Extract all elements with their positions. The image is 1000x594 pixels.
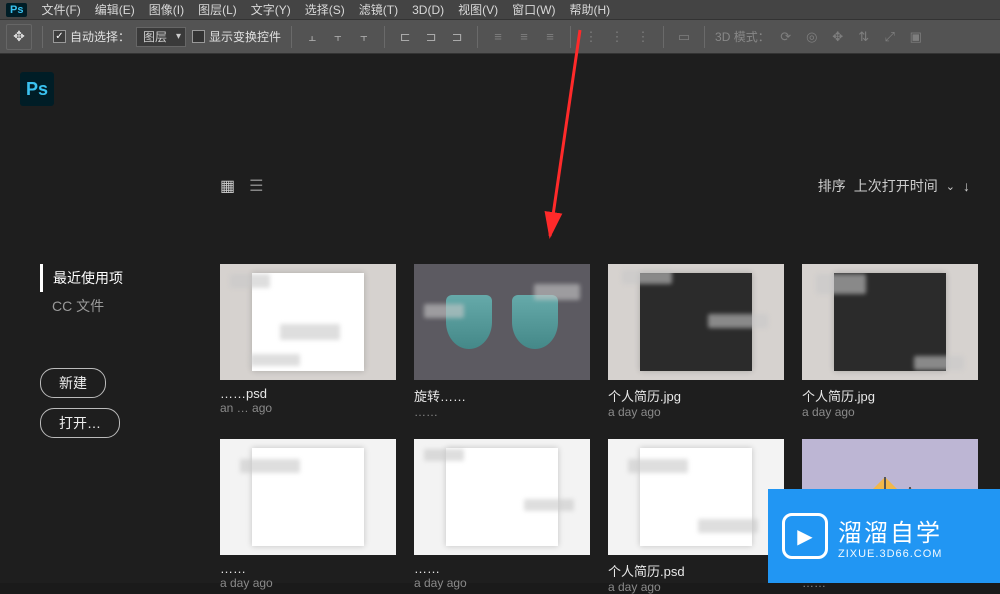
recent-card[interactable]: 个人简历.jpg a day ago bbox=[608, 264, 784, 419]
card-title: 个人简历.psd bbox=[608, 561, 784, 580]
menubar: Ps 文件(F) 编辑(E) 图像(I) 图层(L) 文字(Y) 选择(S) 滤… bbox=[0, 0, 1000, 20]
auto-select-checkbox[interactable]: ✓ 自动选择： bbox=[53, 28, 130, 45]
menu-window[interactable]: 窗口(W) bbox=[506, 0, 561, 20]
menu-file[interactable]: 文件(F) bbox=[35, 0, 86, 20]
card-title: 个人简历.jpg bbox=[802, 386, 978, 405]
thumbnail bbox=[802, 264, 978, 380]
move-tool-icon[interactable]: ✥ bbox=[6, 24, 32, 50]
auto-select-label: 自动选择： bbox=[70, 28, 130, 45]
card-time: a day ago bbox=[608, 405, 784, 419]
home-app-logo: Ps bbox=[20, 72, 54, 106]
menu-edit[interactable]: 编辑(E) bbox=[89, 0, 141, 20]
align-bottom-icon[interactable]: ⫟ bbox=[354, 27, 374, 47]
open-button[interactable]: 打开… bbox=[40, 408, 120, 438]
align-right-icon[interactable]: ⊐ bbox=[447, 27, 467, 47]
start-sidebar: 最近使用项 CC 文件 新建 打开… bbox=[40, 264, 190, 438]
card-time: an … ago bbox=[220, 401, 396, 415]
play-icon: ▶ bbox=[782, 513, 828, 559]
3d-pan-icon[interactable]: ✥ bbox=[828, 27, 848, 47]
card-time: a day ago bbox=[220, 576, 396, 590]
menu-help[interactable]: 帮助(H) bbox=[563, 0, 616, 20]
divider bbox=[42, 26, 43, 48]
menu-image[interactable]: 图像(I) bbox=[143, 0, 190, 20]
nav-cc-files[interactable]: CC 文件 bbox=[40, 292, 190, 320]
card-time: …… bbox=[414, 405, 590, 419]
align-vcenter-icon[interactable]: ⫟ bbox=[328, 27, 348, 47]
card-title: 个人简历.jpg bbox=[608, 386, 784, 405]
divider bbox=[291, 26, 292, 48]
recent-card[interactable]: 个人简历.psd a day ago bbox=[608, 439, 784, 594]
thumbnail bbox=[608, 264, 784, 380]
menu-select[interactable]: 选择(S) bbox=[299, 0, 351, 20]
menu-view[interactable]: 视图(V) bbox=[452, 0, 504, 20]
auto-align-icon[interactable]: ▭ bbox=[674, 27, 694, 47]
checkbox-icon bbox=[192, 30, 205, 43]
show-transform-label: 显示变换控件 bbox=[209, 28, 281, 45]
layer-select-value: 图层 bbox=[143, 28, 167, 45]
card-title: 旋转…… bbox=[414, 386, 590, 405]
menu-3d[interactable]: 3D(D) bbox=[406, 1, 450, 19]
menu-type[interactable]: 文字(Y) bbox=[245, 0, 297, 20]
nav-recent[interactable]: 最近使用项 bbox=[40, 264, 190, 292]
card-title: …… bbox=[220, 561, 396, 576]
sort-label: 排序 bbox=[818, 176, 846, 196]
menu-filter[interactable]: 滤镜(T) bbox=[353, 0, 404, 20]
thumbnail-view-icon[interactable]: ▦ bbox=[220, 176, 235, 196]
thumbnail bbox=[414, 439, 590, 555]
thumbnail bbox=[220, 264, 396, 380]
distribute-right-icon[interactable]: ⋮ bbox=[633, 27, 653, 47]
recent-card[interactable]: …… a day ago bbox=[220, 439, 396, 594]
recent-card[interactable]: 旋转…… …… bbox=[414, 264, 590, 419]
watermark: ▶ 溜溜自学 ZIXUE.3D66.COM bbox=[768, 489, 1000, 583]
distribute-hcenter-icon[interactable]: ⋮ bbox=[607, 27, 627, 47]
card-title: …… bbox=[414, 561, 590, 576]
distribute-bottom-icon[interactable]: ≡ bbox=[540, 27, 560, 47]
layer-select[interactable]: 图层 bbox=[136, 27, 186, 47]
options-bar: ✥ ✓ 自动选择： 图层 显示变换控件 ⫠ ⫟ ⫟ ⊏ ⊐ ⊐ ≡ ≡ ≡ ⋮ … bbox=[0, 20, 1000, 54]
new-button[interactable]: 新建 bbox=[40, 368, 106, 398]
checkbox-icon: ✓ bbox=[53, 30, 66, 43]
divider bbox=[384, 26, 385, 48]
grid-toolbar: ▦ ☰ 排序 上次打开时间 ⌄ ↓ bbox=[220, 176, 970, 196]
recent-card[interactable]: ……psd an … ago bbox=[220, 264, 396, 419]
3d-mode-label: 3D 模式： bbox=[715, 28, 770, 45]
show-transform-checkbox[interactable]: 显示变换控件 bbox=[192, 28, 281, 45]
align-hcenter-icon[interactable]: ⊐ bbox=[421, 27, 441, 47]
sort-direction-icon[interactable]: ↓ bbox=[963, 178, 970, 194]
3d-camera-icon[interactable]: ▣ bbox=[906, 27, 926, 47]
card-time: a day ago bbox=[414, 576, 590, 590]
3d-slide-icon[interactable]: ⇅ bbox=[854, 27, 874, 47]
thumbnail bbox=[608, 439, 784, 555]
3d-scale-icon[interactable]: ⤢ bbox=[880, 27, 900, 47]
list-view-icon[interactable]: ☰ bbox=[249, 176, 263, 196]
recent-card[interactable]: …… a day ago bbox=[414, 439, 590, 594]
distribute-vcenter-icon[interactable]: ≡ bbox=[514, 27, 534, 47]
3d-orbit-icon[interactable]: ⟳ bbox=[776, 27, 796, 47]
divider bbox=[477, 26, 478, 48]
distribute-top-icon[interactable]: ≡ bbox=[488, 27, 508, 47]
thumbnail bbox=[414, 264, 590, 380]
app-logo: Ps bbox=[6, 3, 27, 17]
menu-layer[interactable]: 图层(L) bbox=[192, 0, 243, 20]
thumbnail-art bbox=[446, 448, 559, 547]
recent-card[interactable]: 个人简历.jpg a day ago bbox=[802, 264, 978, 419]
divider bbox=[570, 26, 571, 48]
align-top-icon[interactable]: ⫠ bbox=[302, 27, 322, 47]
card-time: a day ago bbox=[608, 580, 784, 594]
distribute-left-icon[interactable]: ⋮ bbox=[581, 27, 601, 47]
watermark-title: 溜溜自学 bbox=[838, 513, 942, 548]
watermark-url: ZIXUE.3D66.COM bbox=[838, 548, 942, 560]
divider bbox=[663, 26, 664, 48]
thumbnail bbox=[220, 439, 396, 555]
divider bbox=[704, 26, 705, 48]
3d-roll-icon[interactable]: ◎ bbox=[802, 27, 822, 47]
card-title: ……psd bbox=[220, 386, 396, 401]
sort-select[interactable]: 上次打开时间 bbox=[854, 176, 938, 196]
align-left-icon[interactable]: ⊏ bbox=[395, 27, 415, 47]
chevron-down-icon[interactable]: ⌄ bbox=[946, 180, 955, 193]
card-time: a day ago bbox=[802, 405, 978, 419]
